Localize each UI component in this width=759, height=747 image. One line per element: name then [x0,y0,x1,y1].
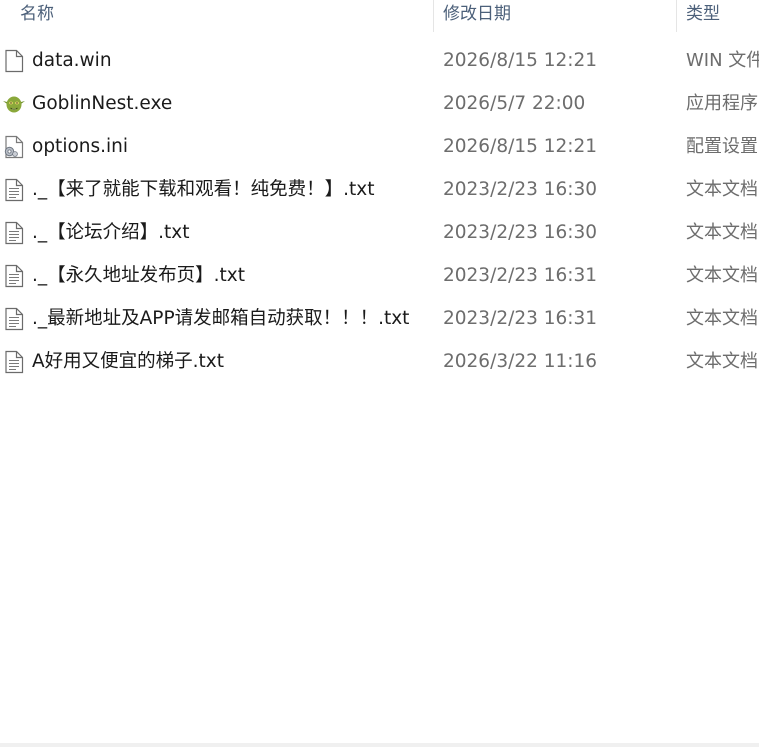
text-file-icon [2,178,26,202]
file-name[interactable]: ._【永久地址发布页】.txt [32,254,245,297]
column-header-bar: 名称 修改日期 类型 [0,0,759,32]
config-file-icon [2,135,26,159]
file-date: 2023/2/23 16:31 [443,308,598,329]
file-date: 2026/8/15 12:21 [443,136,598,157]
column-divider[interactable] [676,0,677,32]
file-name[interactable]: options.ini [32,125,128,168]
file-row[interactable]: ._最新地址及APP请发邮箱自动获取！！！.txt 2023/2/23 16:3… [0,297,759,340]
file-date: 2023/2/23 16:31 [443,265,598,286]
file-name[interactable]: ._最新地址及APP请发邮箱自动获取！！！.txt [32,297,409,340]
file-type: 文本文档 [686,222,758,243]
file-row[interactable]: ._【永久地址发布页】.txt 2023/2/23 16:31 文本文档 [0,254,759,297]
file-row[interactable]: GoblinNest.exe 2026/5/7 22:00 应用程序 [0,82,759,125]
file-type: 应用程序 [686,93,758,114]
file-row[interactable]: data.win 2026/8/15 12:21 WIN 文件 [0,39,759,82]
file-type: 文本文档 [686,351,758,372]
file-type: 配置设置 [686,136,758,157]
column-header-name[interactable]: 名称 [20,0,54,32]
file-date: 2023/2/23 16:30 [443,222,598,243]
file-type: 文本文档 [686,308,758,329]
file-name[interactable]: ._【来了就能下载和观看！纯免费！】.txt [32,168,374,211]
column-divider[interactable] [433,0,434,32]
file-type: 文本文档 [686,179,758,200]
file-name[interactable]: A好用又便宜的梯子.txt [32,340,224,383]
file-row[interactable]: A好用又便宜的梯子.txt 2026/3/22 11:16 文本文档 [0,340,759,383]
file-name[interactable]: ._【论坛介绍】.txt [32,211,189,254]
file-date: 2026/3/22 11:16 [443,351,598,372]
goblin-app-icon [2,92,26,116]
column-header-date[interactable]: 修改日期 [443,0,511,32]
blank-file-icon [2,49,26,73]
file-row[interactable]: ._【论坛介绍】.txt 2023/2/23 16:30 文本文档 [0,211,759,254]
file-date: 2026/8/15 12:21 [443,50,598,71]
text-file-icon [2,221,26,245]
text-file-icon [2,307,26,331]
text-file-icon [2,264,26,288]
file-name[interactable]: GoblinNest.exe [32,82,172,125]
column-header-type[interactable]: 类型 [686,0,720,32]
file-type: WIN 文件 [686,50,759,71]
file-date: 2026/5/7 22:00 [443,93,586,114]
file-date: 2023/2/23 16:30 [443,179,598,200]
file-type: 文本文档 [686,265,758,286]
file-row[interactable]: options.ini 2026/8/15 12:21 配置设置 [0,125,759,168]
text-file-icon [2,350,26,374]
status-bar-edge [0,743,759,747]
file-name[interactable]: data.win [32,39,112,82]
file-row[interactable]: ._【来了就能下载和观看！纯免费！】.txt 2023/2/23 16:30 文… [0,168,759,211]
